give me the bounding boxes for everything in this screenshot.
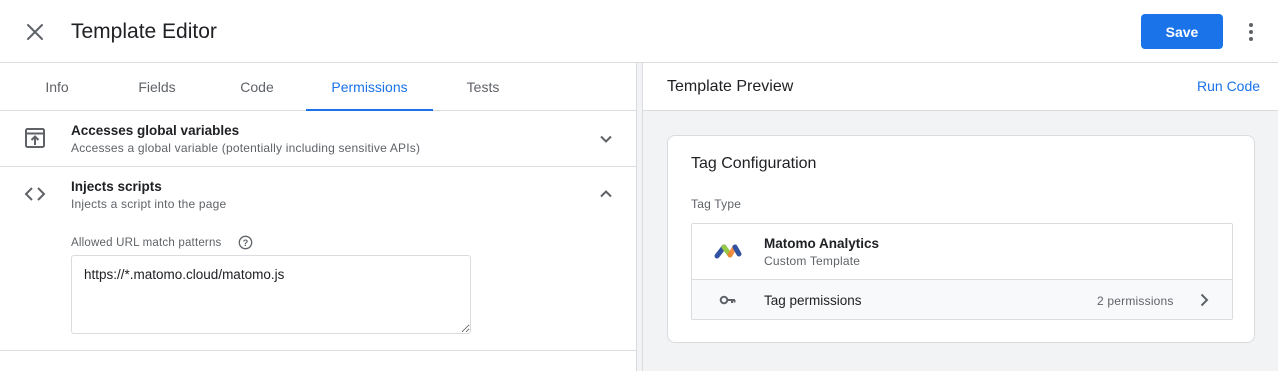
- code-icon: [24, 187, 46, 201]
- top-bar: Template Editor Save: [0, 0, 1278, 63]
- save-button[interactable]: Save: [1141, 14, 1223, 49]
- tab-permissions[interactable]: Permissions: [306, 63, 433, 111]
- tag-permissions-row[interactable]: Tag permissions 2 permissions: [692, 279, 1232, 319]
- permission-global-variables[interactable]: Accesses global variables Accesses a glo…: [0, 111, 636, 166]
- more-vert-icon: [1249, 23, 1253, 41]
- permission-description: Accesses a global variable (potentially …: [71, 141, 421, 155]
- key-icon: [719, 295, 736, 305]
- url-patterns-label: Allowed URL match patterns: [71, 237, 222, 249]
- pane-divider[interactable]: [636, 63, 643, 371]
- svg-text:?: ?: [243, 238, 249, 248]
- more-options-button[interactable]: [1239, 17, 1263, 47]
- tab-fields[interactable]: Fields: [118, 63, 196, 110]
- permission-title: Accesses global variables: [71, 123, 240, 138]
- card-title: Tag Configuration: [691, 155, 817, 172]
- close-icon: [27, 24, 43, 40]
- tab-tests[interactable]: Tests: [446, 63, 520, 110]
- preview-pane: Template Preview Run Code Tag Configurat…: [643, 63, 1278, 371]
- permissions-count: 2 permissions: [1097, 294, 1174, 308]
- close-button[interactable]: [20, 17, 50, 47]
- page-title: Template Editor: [71, 20, 217, 43]
- open-in-browser-icon: [25, 128, 45, 148]
- chevron-right-icon: [1200, 293, 1209, 307]
- chevron-down-icon[interactable]: [596, 129, 616, 149]
- editor-pane: Info Fields Code Permissions Tests Acces…: [0, 63, 636, 371]
- run-code-button[interactable]: Run Code: [1197, 78, 1260, 94]
- permission-description: Injects a script into the page: [71, 197, 227, 211]
- tag-type-selector[interactable]: Matomo Analytics Custom Template: [692, 224, 1232, 279]
- tab-code[interactable]: Code: [218, 63, 296, 110]
- tag-type-label: Tag Type: [691, 197, 742, 211]
- tag-type-box: Matomo Analytics Custom Template Tag per…: [691, 223, 1233, 320]
- tag-permissions-label: Tag permissions: [764, 293, 862, 308]
- help-icon[interactable]: ?: [238, 235, 253, 250]
- tab-bar: Info Fields Code Permissions Tests: [0, 63, 636, 111]
- preview-header: Template Preview Run Code: [643, 63, 1278, 111]
- divider: [0, 350, 636, 351]
- matomo-logo-icon: [714, 244, 742, 259]
- tag-configuration-card: Tag Configuration Tag Type Matomo Analyt…: [667, 135, 1255, 343]
- tag-name: Matomo Analytics: [764, 236, 880, 251]
- preview-title: Template Preview: [667, 78, 794, 95]
- chevron-up-icon[interactable]: [596, 184, 616, 204]
- tag-subtitle: Custom Template: [764, 254, 861, 268]
- url-patterns-input[interactable]: https://*.matomo.cloud/matomo.js: [71, 255, 471, 334]
- permission-title: Injects scripts: [71, 179, 162, 194]
- tab-info[interactable]: Info: [24, 63, 90, 110]
